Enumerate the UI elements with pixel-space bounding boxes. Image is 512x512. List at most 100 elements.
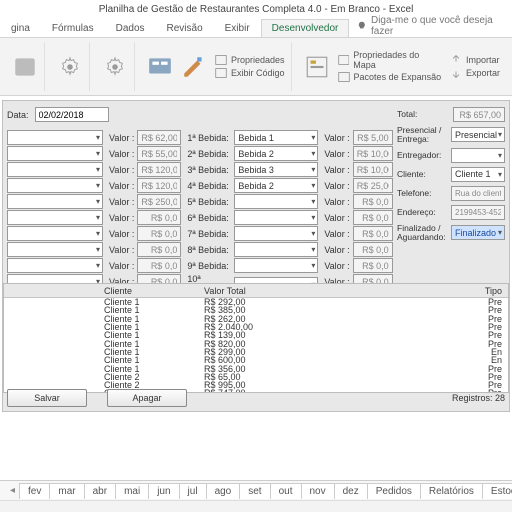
- date-input[interactable]: [35, 107, 109, 122]
- produto-select[interactable]: [7, 130, 103, 145]
- bebida-select[interactable]: Bebida 2: [234, 146, 318, 161]
- valor-field: [137, 146, 181, 161]
- userform-panel: Data: Valor :Valor :Valor :Valor :Valor …: [2, 100, 510, 412]
- tell-me-search[interactable]: Diga-me o que você deseja fazer: [357, 15, 512, 37]
- valor-label: Valor :: [109, 229, 134, 239]
- record-count: Registros: 28: [452, 393, 505, 403]
- ribbon-tab-developer[interactable]: Desenvolvedor: [261, 19, 350, 37]
- produto-select[interactable]: [7, 242, 103, 257]
- bebida-label: 6ª Bebida:: [187, 213, 231, 223]
- tell-me-label: Diga-me o que você deseja fazer: [371, 15, 512, 37]
- valor-field: [353, 210, 393, 225]
- ribbon-cmd-import[interactable]: Importar: [450, 54, 500, 66]
- erase-button[interactable]: Apagar: [107, 389, 187, 407]
- total-label: Total:: [397, 110, 445, 119]
- bebida-label: 1ª Bebida:: [187, 133, 231, 143]
- valor-label: Valor :: [324, 261, 349, 271]
- gear-icon[interactable]: [102, 54, 128, 80]
- bebida-select[interactable]: Bebida 1: [234, 130, 318, 145]
- cliente-select[interactable]: Cliente 1: [451, 167, 505, 182]
- gear-icon[interactable]: [57, 54, 83, 80]
- valor-label: Valor :: [109, 245, 134, 255]
- bebida-label: 3ª Bebida:: [187, 165, 231, 175]
- bebida-select[interactable]: [234, 242, 318, 257]
- save-button[interactable]: Salvar: [7, 389, 87, 407]
- ribbon-cmd-view-code[interactable]: Exibir Código: [215, 67, 285, 79]
- valor-field: [137, 226, 181, 241]
- bebida-select[interactable]: Bebida 3: [234, 162, 318, 177]
- valor-label: Valor :: [109, 213, 134, 223]
- design-mode-icon[interactable]: [181, 54, 207, 80]
- sheet-tab[interactable]: Pedidos: [367, 483, 421, 499]
- telefone-field: [451, 186, 505, 201]
- produto-select[interactable]: [7, 258, 103, 273]
- sheet-tab[interactable]: dez: [334, 483, 368, 499]
- sheet-tab-bar: ◂ fevmarabrmaijunjulagosetoutnovdezPedid…: [0, 480, 512, 500]
- valor-field: [137, 194, 181, 209]
- valor-label: Valor :: [324, 165, 349, 175]
- telefone-label: Telefone:: [397, 189, 445, 198]
- bebida-select[interactable]: [234, 194, 318, 209]
- col-tipo: Tipo: [334, 286, 508, 296]
- ribbon-cmd-expansion-packs[interactable]: Pacotes de Expansão: [338, 71, 442, 83]
- sheet-tab[interactable]: nov: [301, 483, 335, 499]
- ribbon-cmd-export[interactable]: Exportar: [450, 67, 500, 79]
- valor-label: Valor :: [109, 149, 134, 159]
- produto-select[interactable]: [7, 194, 103, 209]
- sheet-tab[interactable]: mar: [49, 483, 84, 499]
- ribbon-cmd-properties[interactable]: Propriedades: [215, 54, 285, 66]
- ribbon-tab[interactable]: Revisão: [156, 19, 214, 37]
- presencial-select[interactable]: Presencial: [451, 127, 505, 142]
- xml-source-icon[interactable]: [304, 54, 330, 80]
- bebida-label: 7ª Bebida:: [187, 229, 231, 239]
- valor-label: Valor :: [324, 181, 349, 191]
- produto-select[interactable]: [7, 162, 103, 177]
- ribbon-group: [6, 42, 45, 91]
- valor-field: [137, 130, 181, 145]
- ribbon-tab[interactable]: Fórmulas: [41, 19, 105, 37]
- ribbon-tab[interactable]: gina: [0, 19, 41, 37]
- insert-controls-icon[interactable]: [147, 54, 173, 80]
- bebida-select[interactable]: [234, 258, 318, 273]
- sheet-tab[interactable]: abr: [84, 483, 116, 499]
- produto-select[interactable]: [7, 146, 103, 161]
- entregador-select[interactable]: [451, 148, 505, 163]
- ribbon-tab[interactable]: Dados: [105, 19, 156, 37]
- orders-list[interactable]: Cliente Valor Total Tipo Cliente 1R$ 292…: [3, 283, 509, 393]
- produto-select[interactable]: [7, 226, 103, 241]
- ribbon-tab-strip: gina Fórmulas Dados Revisão Exibir Desen…: [0, 18, 512, 38]
- produto-select[interactable]: [7, 178, 103, 193]
- sheet-tab[interactable]: jul: [179, 483, 207, 499]
- sheet-tab[interactable]: out: [270, 483, 302, 499]
- ribbon-cmd-map-properties[interactable]: Propriedades do Mapa: [338, 50, 442, 70]
- bebida-select[interactable]: [234, 210, 318, 225]
- valor-field: [353, 130, 393, 145]
- bebida-select[interactable]: Bebida 2: [234, 178, 318, 193]
- valor-label: Valor :: [109, 261, 134, 271]
- sheet-tab[interactable]: fev: [19, 483, 50, 499]
- sheet-tab[interactable]: Estoque: [482, 483, 512, 499]
- sheet-nav-prev-icon[interactable]: ◂: [6, 485, 19, 496]
- form-footer: Salvar Apagar Registros: 28: [7, 389, 505, 407]
- valor-field: [353, 242, 393, 257]
- total-field: [453, 107, 505, 122]
- valor-field: [353, 178, 393, 193]
- order-meta-panel: Total: Presencial / Entrega: Presencial …: [397, 107, 505, 242]
- valor-field: [137, 162, 181, 177]
- sheet-tab[interactable]: jun: [148, 483, 179, 499]
- valor-field: [137, 242, 181, 257]
- produto-select[interactable]: [7, 210, 103, 225]
- ribbon-group-xml: Propriedades do Mapa Pacotes de Expansão…: [298, 42, 506, 91]
- vb-icon[interactable]: [12, 54, 38, 80]
- endereco-field: [451, 205, 505, 220]
- sheet-tab[interactable]: mai: [115, 483, 149, 499]
- finalizado-label: Finalizado / Aguardando:: [397, 224, 445, 242]
- valor-field: [353, 194, 393, 209]
- sheet-tab[interactable]: ago: [206, 483, 241, 499]
- sheet-tab[interactable]: set: [239, 483, 270, 499]
- sheet-tab[interactable]: Relatórios: [420, 483, 483, 499]
- valor-label: Valor :: [109, 165, 134, 175]
- finalizado-select[interactable]: Finalizado: [451, 225, 505, 240]
- ribbon-tab[interactable]: Exibir: [214, 19, 261, 37]
- bebida-select[interactable]: [234, 226, 318, 241]
